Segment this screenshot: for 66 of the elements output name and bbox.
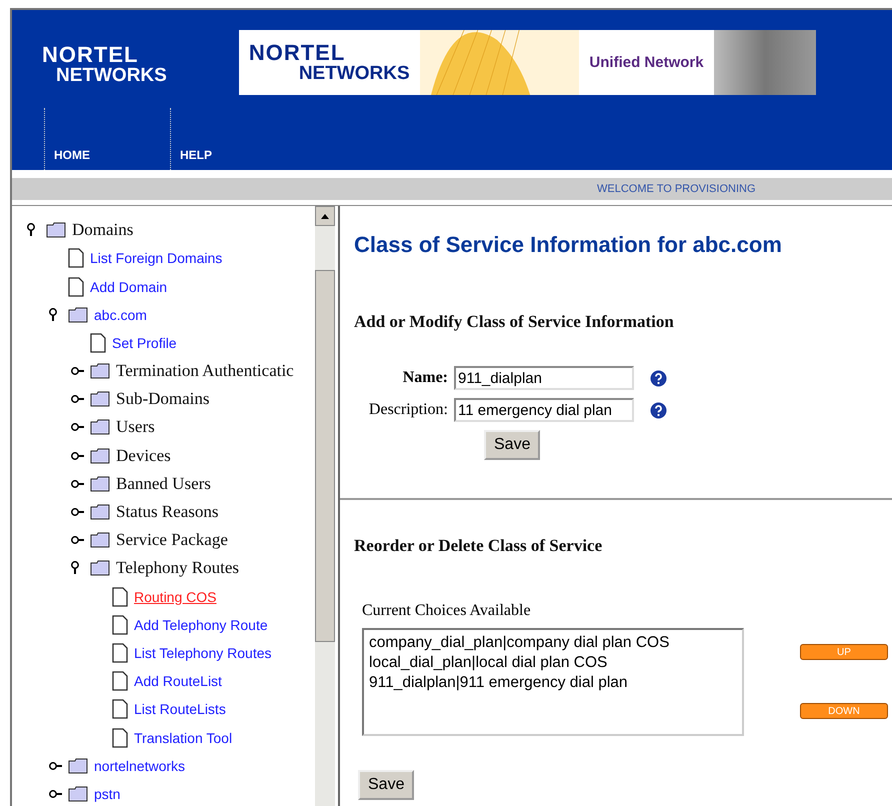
scrollbar[interactable] [315,206,335,806]
help-icon[interactable] [650,370,667,387]
help-icon[interactable] [650,402,667,419]
nav-link[interactable]: HELP [170,108,296,170]
banner-tagline: Unified Network [589,54,704,71]
section-heading: Add or Modify Class of Service Information [354,312,675,332]
company-logo: NORTEL NETWORKS [42,44,167,85]
nav-link[interactable]: HOME [44,108,170,170]
tree-item[interactable]: abc.com [94,306,147,323]
tree-item[interactable]: List Foreign Domains [90,250,222,266]
save-button[interactable]: Save [484,430,540,460]
list-option[interactable]: local_dial_plan|local dial plan COS [369,653,737,674]
welcome-text: WELCOME TO PROVISIONING [597,183,756,196]
folder-icon [90,532,110,548]
folder-icon [90,448,110,464]
document-icon [112,728,128,748]
folder-icon [90,419,110,436]
tree-item[interactable]: Service Package [116,530,228,550]
document-icon [90,332,106,353]
tree-item[interactable]: Termination Authenticatic [116,361,294,382]
tree-item[interactable]: List Telephony Routes [134,644,272,661]
folder-icon [68,306,88,323]
list-label: Current Choices Available [362,602,532,620]
document-icon [112,586,128,607]
section-heading: Reorder or Delete Class of Service [354,536,604,556]
tree-item[interactable]: Add Telephony Route [134,616,268,633]
page-title: Class of Service Information for abc.com [354,232,783,258]
tree-item[interactable]: Devices [116,446,171,466]
list-option[interactable]: company_dial_plan|company dial plan COS [369,633,737,654]
document-icon [112,642,128,663]
tree-item[interactable]: Banned Users [116,474,211,494]
text-field[interactable]: 911_dialplan [454,366,634,390]
folder-icon [68,786,88,802]
tree-item[interactable]: Translation Tool [134,730,232,746]
text-field[interactable]: 11 emergency dial plan [454,398,634,422]
choices-listbox[interactable]: company_dial_plan|company dial plan COS local_dial_plan|local dial plan COS 911_dialplan|911 emergency dial plan [362,628,744,736]
banner-logo: NORTEL NETWORKS [248,42,410,83]
document-icon [68,276,84,297]
save-button[interactable]: Save [358,770,414,800]
folder-icon [68,758,88,774]
folder-icon [90,504,110,520]
folder-icon [46,222,66,238]
document-icon [112,614,128,635]
document-icon [112,699,128,720]
scroll-up-icon[interactable] [321,214,329,219]
tree-item[interactable]: Telephony Routes [116,558,239,578]
folder-icon [90,363,110,380]
folder-icon [90,391,110,408]
tree-item[interactable]: Routing COS [134,588,216,605]
tree-item[interactable]: Sub-Domains [116,389,210,410]
tree-item[interactable]: Domains [72,220,134,240]
document-icon [68,248,84,268]
tree-item[interactable]: nortelnetworks [94,758,186,774]
tree-item[interactable]: Add Domain [90,278,168,295]
tree-item[interactable]: pstn [94,786,120,802]
tree-item[interactable]: Users [116,417,155,438]
tree-item[interactable]: Set Profile [112,334,177,351]
tree-item[interactable]: Add RouteList [134,673,222,690]
document-icon [112,671,128,692]
list-option[interactable]: 911_dialplan|911 emergency dial plan [369,673,737,694]
tree-item[interactable]: List RouteLists [134,701,226,718]
tree-item[interactable]: Status Reasons [116,502,218,522]
folder-icon [90,476,110,492]
field-label: Description: [368,401,448,420]
folder-icon [90,560,110,576]
field-label: Name: [402,369,448,388]
